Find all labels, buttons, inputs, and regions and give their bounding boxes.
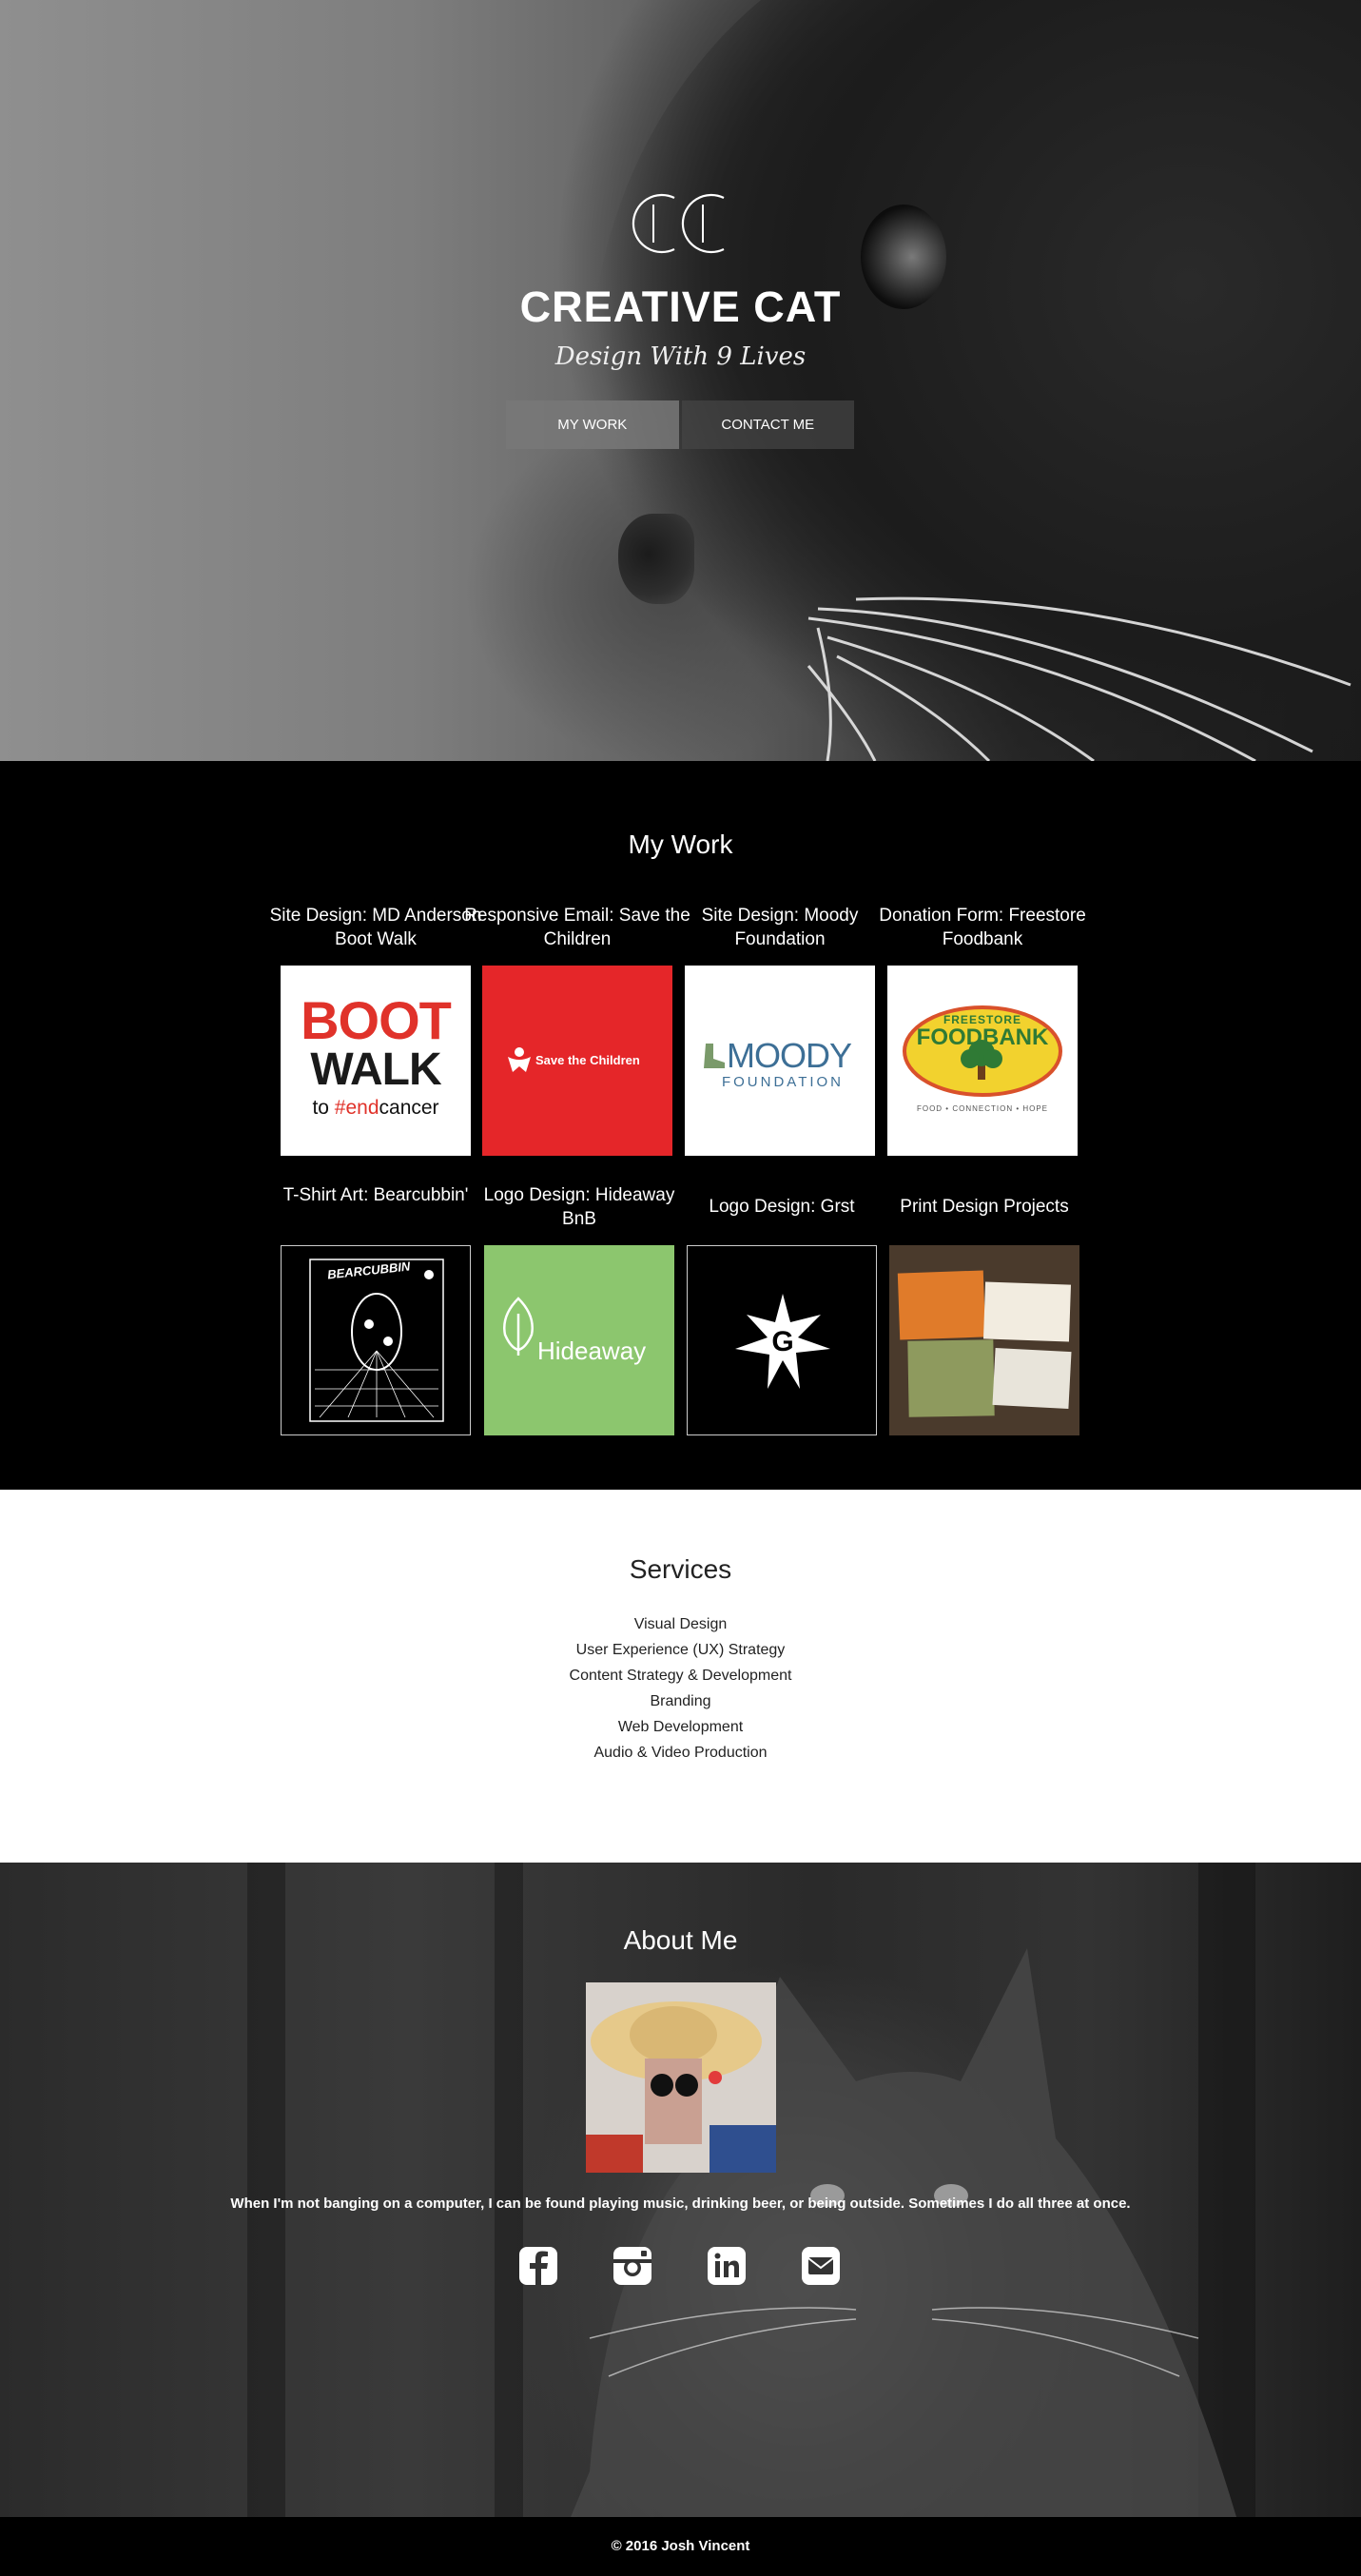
hideaway-leaf-icon xyxy=(503,1297,534,1356)
boot-walk-to: to xyxy=(312,1097,335,1119)
cc-logo-icon xyxy=(632,193,725,254)
print-card-olive xyxy=(907,1339,995,1417)
work-caption: T-Shirt Art: Bearcubbin' xyxy=(282,1185,469,1205)
moody-line1: MOODY xyxy=(727,1036,852,1075)
about-bio: When I'm not banging on a computer, I ca… xyxy=(230,2195,1131,2212)
about-cat-background xyxy=(571,1948,1236,2517)
foodbank-line2: FOODBANK xyxy=(916,1025,1049,1050)
services-section: Services Visual Design User Experience (… xyxy=(0,1490,1361,1863)
work-caption: Responsive Email: Save the Children xyxy=(464,906,690,949)
site-tagline: Design With 9 Lives xyxy=(554,342,807,371)
my-work-section: My Work Site Design: MD Anderson Boot Wa… xyxy=(0,761,1361,1490)
my-work-button[interactable]: MY WORK xyxy=(506,400,679,449)
linkedin-icon[interactable] xyxy=(707,2246,747,2286)
print-card-orange xyxy=(897,1270,986,1340)
work-caption: Logo Design: Grst xyxy=(709,1197,855,1217)
instagram-icon[interactable] xyxy=(612,2246,652,2286)
moody-foundation-thumbnail[interactable]: MOODY FOUNDATION xyxy=(685,966,875,1156)
boot-walk-cancer: cancer xyxy=(379,1097,439,1119)
bearcubbin-thumbnail[interactable]: BEARCUBBIN xyxy=(281,1245,471,1435)
facebook-icon[interactable] xyxy=(518,2246,558,2286)
hero-section: CREATIVE CAT Design With 9 Lives MY WORK… xyxy=(0,0,1361,761)
hideaway-text: Hideaway xyxy=(537,1337,647,1365)
hero-cat-whiskers xyxy=(807,596,1351,761)
foodbank-line3: FOOD • CONNECTION • HOPE xyxy=(916,1104,1049,1113)
service-item: Web Development xyxy=(617,1719,744,1735)
work-caption: Donation Form: Freestore Foodbank xyxy=(879,906,1086,949)
footer: © 2016 Josh Vincent xyxy=(0,2517,1361,2576)
work-caption: Site Design: Moody Foundation xyxy=(701,906,859,949)
boot-walk-line3: to #endcancer xyxy=(281,1097,471,1120)
email-icon[interactable] xyxy=(801,2246,841,2286)
boot-walk-hashtag: #end xyxy=(334,1097,379,1119)
grst-thumbnail[interactable]: G xyxy=(687,1245,877,1435)
my-work-title: My Work xyxy=(628,829,733,859)
profile-photo xyxy=(586,1982,776,2173)
grst-letter: G xyxy=(771,1326,794,1357)
social-links xyxy=(518,2246,843,2293)
moody-boot-icon xyxy=(704,1044,725,1068)
save-the-children-text: Save the Children xyxy=(535,1053,640,1067)
service-item: Content Strategy & Development xyxy=(569,1668,792,1684)
boot-walk-thumbnail[interactable]: BOOT WALK to #endcancer xyxy=(281,966,471,1156)
save-the-children-icon xyxy=(508,1047,531,1072)
boot-walk-line2: WALK xyxy=(310,1044,441,1095)
work-caption: Site Design: MD Anderson Boot Walk xyxy=(269,906,482,949)
about-section: About Me When I'm not banging on a compu… xyxy=(0,1863,1361,2517)
service-item: Branding xyxy=(650,1693,711,1709)
boot-walk-line1: BOOT xyxy=(301,990,452,1050)
print-design-thumbnail[interactable] xyxy=(889,1245,1079,1435)
avatar xyxy=(586,1982,776,2173)
service-item: Visual Design xyxy=(633,1616,728,1632)
freestore-foodbank-thumbnail[interactable]: FREESTORE FOODBANK FOOD • CONNECTION • H… xyxy=(887,966,1078,1156)
about-title: About Me xyxy=(623,1925,738,1955)
service-item: User Experience (UX) Strategy xyxy=(575,1642,786,1658)
hideaway-thumbnail[interactable]: Hideaway xyxy=(484,1245,674,1435)
print-card-white xyxy=(992,1347,1072,1410)
print-card-cream xyxy=(982,1281,1072,1342)
moody-line2: FOUNDATION xyxy=(721,1074,845,1090)
service-item: Audio & Video Production xyxy=(593,1745,768,1761)
work-caption: Print Design Projects xyxy=(900,1197,1069,1217)
work-caption: Logo Design: Hideaway BnB xyxy=(483,1185,675,1229)
services-list: Visual Design User Experience (UX) Strat… xyxy=(0,1611,1361,1766)
save-the-children-thumbnail[interactable]: Save the Children xyxy=(482,966,672,1156)
copyright-text: © 2016 Josh Vincent xyxy=(611,2538,750,2554)
site-title: CREATIVE CAT xyxy=(519,283,842,331)
services-title: Services xyxy=(629,1554,732,1584)
hero-buttons: MY WORK CONTACT ME xyxy=(506,400,854,449)
contact-me-button[interactable]: CONTACT ME xyxy=(681,400,854,449)
